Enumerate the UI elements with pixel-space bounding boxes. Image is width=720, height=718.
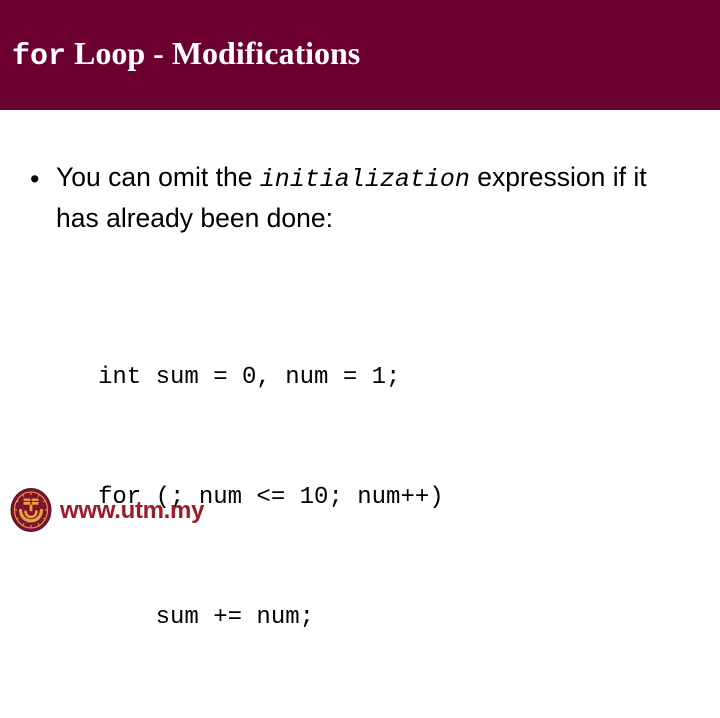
page-title: for Loop - Modifications [12,33,360,77]
code-line: sum += num; [98,604,315,631]
footer-website-url[interactable]: www.utm.my [60,497,204,525]
slide-content: • You can omit the initialization expres… [0,110,720,631]
slide-header-band: for Loop - Modifications [0,0,720,110]
bullet-list-item: • You can omit the initialization expres… [30,158,650,237]
slide-footer: www.utm.my [0,470,720,540]
bullet-code-term: initialization [259,165,470,194]
page-title-keyword: for [12,40,67,74]
code-line: int sum = 0, num = 1; [98,364,401,391]
utm-seal-logo-icon [10,488,52,532]
bullet-text-lead: You can omit the [56,162,260,192]
bullet-item-text: You can omit the initialization expressi… [56,158,650,237]
bullet-point-icon: • [30,164,40,194]
page-title-rest: Loop - Modifications [66,35,361,71]
